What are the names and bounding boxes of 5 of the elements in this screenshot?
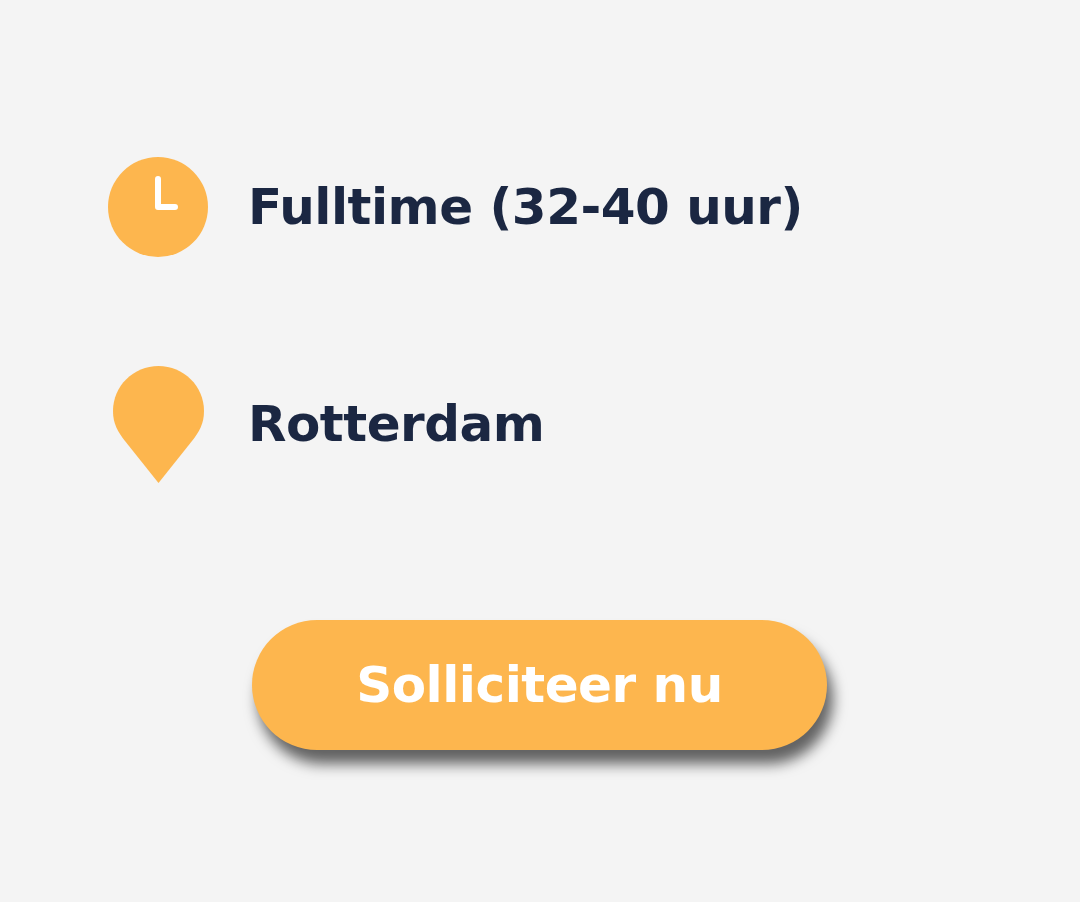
location-pin-icon xyxy=(112,366,204,483)
apply-button[interactable]: Solliciteer nu xyxy=(252,620,827,750)
clock-icon xyxy=(108,157,208,257)
hours-text: Fulltime (32-40 uur) xyxy=(248,179,803,235)
location-text: Rotterdam xyxy=(248,397,545,452)
